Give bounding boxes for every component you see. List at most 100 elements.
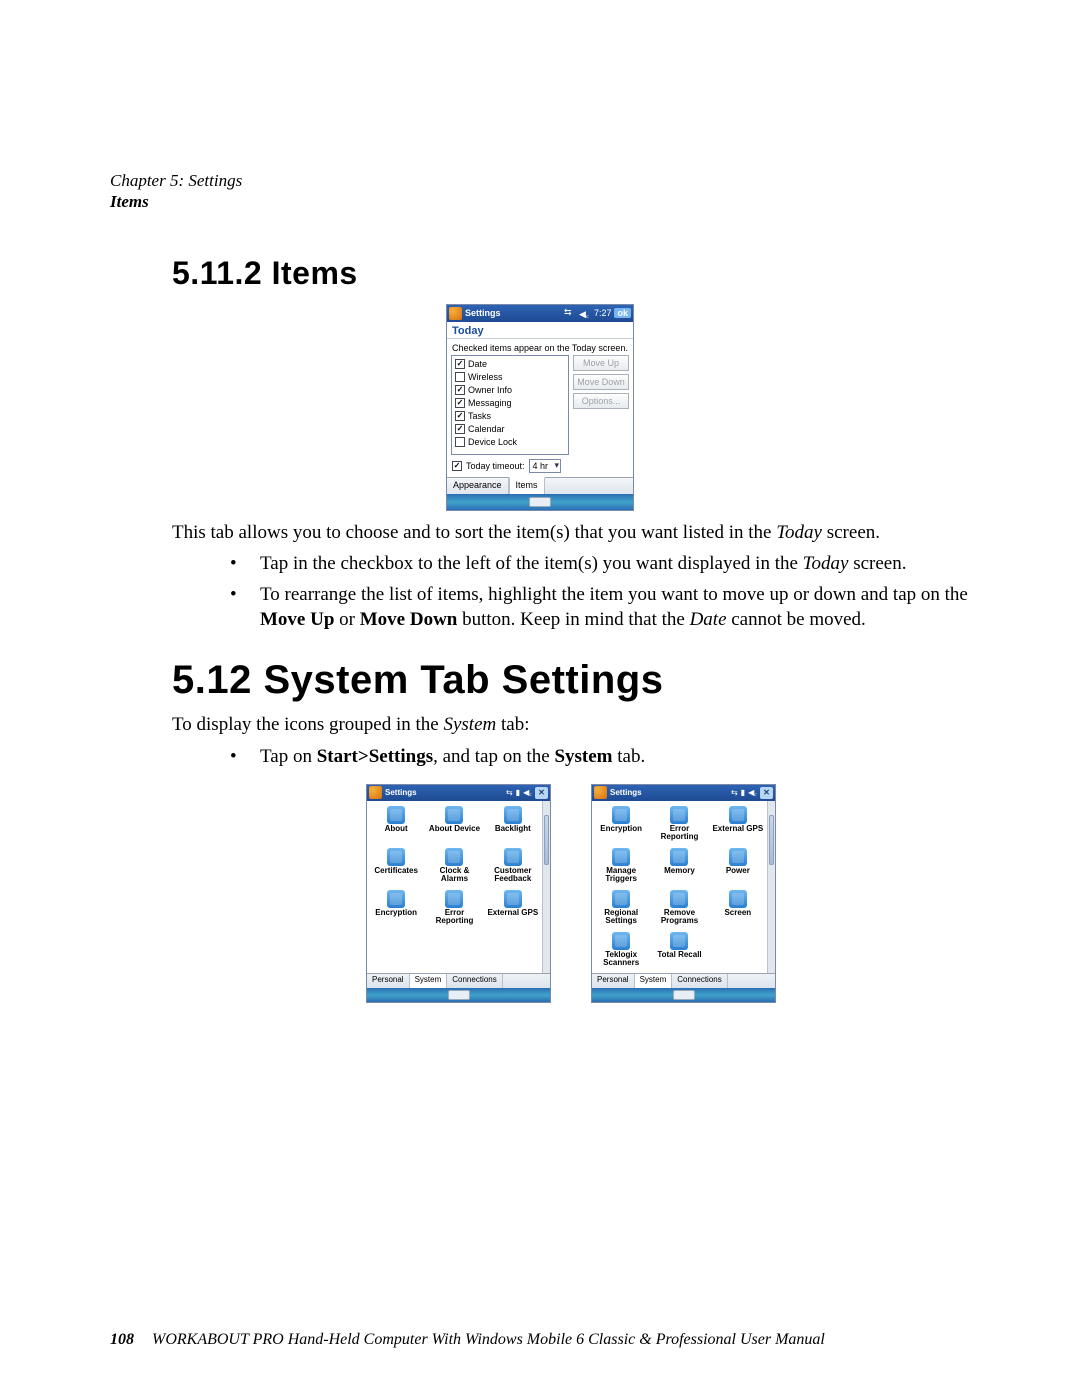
start-icon[interactable] (594, 786, 607, 799)
move-up-button[interactable]: Move Up (573, 355, 629, 371)
header-chapter: Chapter 5: Settings (110, 170, 970, 191)
list-item[interactable]: Messaging (454, 397, 566, 410)
system-item-backlight[interactable]: Backlight (484, 805, 542, 847)
tab-bar: Personal System Connections (592, 973, 775, 988)
memory-icon (670, 848, 688, 866)
encryption-icon (387, 890, 405, 908)
titlebar-title: Settings (610, 788, 642, 797)
system-tab-bullet-list: Tap on Start>Settings, and tap on the Sy… (230, 745, 970, 770)
connectivity-icon[interactable]: ⇆ (506, 788, 513, 797)
system-tab-screenshot-2: Settings ⇆ ▮ ◀꜀ ✕ Encryption Error Repor… (591, 784, 776, 1003)
volume-icon[interactable]: ◀꜀ (748, 787, 757, 798)
system-item-encryption[interactable]: Encryption (592, 805, 650, 847)
close-icon[interactable]: ✕ (535, 787, 548, 799)
triggers-icon (612, 848, 630, 866)
scrollbar[interactable] (767, 801, 775, 973)
list-item[interactable]: Owner Info (454, 384, 566, 397)
list-item[interactable]: Tasks (454, 410, 566, 423)
system-item-remove-programs[interactable]: Remove Programs (650, 889, 708, 931)
wm-titlebar: Settings ⇆ ▮ ◀꜀ ✕ (592, 785, 775, 801)
start-icon[interactable] (369, 786, 382, 799)
page-number: 108 (110, 1331, 134, 1349)
system-item-memory[interactable]: Memory (650, 847, 708, 889)
total-recall-icon (670, 932, 688, 950)
list-item[interactable]: Calendar (454, 423, 566, 436)
list-item[interactable]: Wireless (454, 371, 566, 384)
list-item-label: Device Lock (468, 437, 517, 447)
checkbox-icon[interactable] (455, 411, 465, 421)
scrollbar[interactable] (542, 801, 550, 973)
page-footer: 108 WORKABOUT PRO Hand-Held Computer Wit… (110, 1331, 970, 1349)
system-item-about-device[interactable]: About Device (425, 805, 483, 847)
system-item-certificates[interactable]: Certificates (367, 847, 425, 889)
system-item-regional-settings[interactable]: Regional Settings (592, 889, 650, 931)
signal-icon[interactable]: ▮ (516, 788, 520, 797)
timeout-checkbox[interactable] (452, 461, 462, 471)
tab-connections[interactable]: Connections (447, 974, 502, 988)
button-column: Move Up Move Down Options... (573, 355, 629, 455)
start-icon[interactable] (449, 307, 462, 320)
system-item-teklogix-scanners[interactable]: Teklogix Scanners (592, 931, 650, 973)
system-item-power[interactable]: Power (709, 847, 767, 889)
timeout-select[interactable]: 4 hr (529, 459, 562, 473)
tab-personal[interactable]: Personal (592, 974, 635, 988)
soft-key-bar (367, 988, 550, 1002)
checkbox-icon[interactable] (455, 424, 465, 434)
list-item[interactable]: Device Lock (454, 436, 566, 449)
tab-system[interactable]: System (410, 974, 448, 988)
screen-icon (729, 890, 747, 908)
system-item-customer-feedback[interactable]: Customer Feedback (484, 847, 542, 889)
list-item-label: Owner Info (468, 385, 512, 395)
list-item-label: Messaging (468, 398, 512, 408)
system-screenshots-row: Settings ⇆ ▮ ◀꜀ ✕ About About Device Bac… (172, 784, 970, 1003)
power-icon (729, 848, 747, 866)
system-item-manage-triggers[interactable]: Manage Triggers (592, 847, 650, 889)
checkbox-icon[interactable] (455, 398, 465, 408)
checkbox-icon[interactable] (455, 437, 465, 447)
tab-items[interactable]: Items (509, 477, 545, 494)
gps-icon (504, 890, 522, 908)
move-down-button[interactable]: Move Down (573, 374, 629, 390)
system-item-error-reporting[interactable]: Error Reporting (650, 805, 708, 847)
signal-icon[interactable]: ▮ (741, 788, 745, 797)
timeout-label: Today timeout: (466, 461, 525, 471)
system-icon-grid[interactable]: Encryption Error Reporting External GPS … (592, 801, 767, 973)
keyboard-icon[interactable] (448, 990, 470, 1000)
keyboard-icon[interactable] (673, 990, 695, 1000)
connectivity-icon[interactable]: ⇆ (564, 307, 576, 319)
options-button[interactable]: Options... (573, 393, 629, 409)
system-tab-screenshot-1: Settings ⇆ ▮ ◀꜀ ✕ About About Device Bac… (366, 784, 551, 1003)
encryption-icon (612, 806, 630, 824)
system-icon-grid[interactable]: About About Device Backlight Certificate… (367, 801, 542, 973)
list-item[interactable]: Date (454, 358, 566, 371)
system-item-clock-alarms[interactable]: Clock & Alarms (425, 847, 483, 889)
checkbox-icon[interactable] (455, 372, 465, 382)
tab-connections[interactable]: Connections (672, 974, 727, 988)
keyboard-icon[interactable] (529, 497, 551, 507)
volume-icon[interactable]: ◀꜀ (579, 307, 591, 319)
para-512-intro: To display the icons grouped in the Syst… (172, 713, 970, 737)
tab-personal[interactable]: Personal (367, 974, 410, 988)
system-item-error-reporting[interactable]: Error Reporting (425, 889, 483, 931)
close-icon[interactable]: ✕ (760, 787, 773, 799)
items-bullet-list: Tap in the checkbox to the left of the i… (230, 552, 970, 632)
system-item-screen[interactable]: Screen (709, 889, 767, 931)
list-item-label: Tasks (468, 411, 491, 421)
backlight-icon (504, 806, 522, 824)
items-listbox[interactable]: Date Wireless Owner Info Messaging Tasks… (451, 355, 569, 455)
system-item-external-gps[interactable]: External GPS (484, 889, 542, 931)
connectivity-icon[interactable]: ⇆ (731, 788, 738, 797)
volume-icon[interactable]: ◀꜀ (523, 787, 532, 798)
regional-icon (612, 890, 630, 908)
system-item-total-recall[interactable]: Total Recall (650, 931, 708, 973)
system-item-about[interactable]: About (367, 805, 425, 847)
ok-button[interactable]: ok (614, 308, 631, 318)
tab-system[interactable]: System (635, 974, 673, 988)
checkbox-icon[interactable] (455, 359, 465, 369)
bullet-start-settings: Tap on Start>Settings, and tap on the Sy… (230, 745, 970, 770)
system-item-encryption[interactable]: Encryption (367, 889, 425, 931)
titlebar-title: Settings (385, 788, 417, 797)
system-item-external-gps[interactable]: External GPS (709, 805, 767, 847)
checkbox-icon[interactable] (455, 385, 465, 395)
tab-appearance[interactable]: Appearance (447, 478, 509, 494)
